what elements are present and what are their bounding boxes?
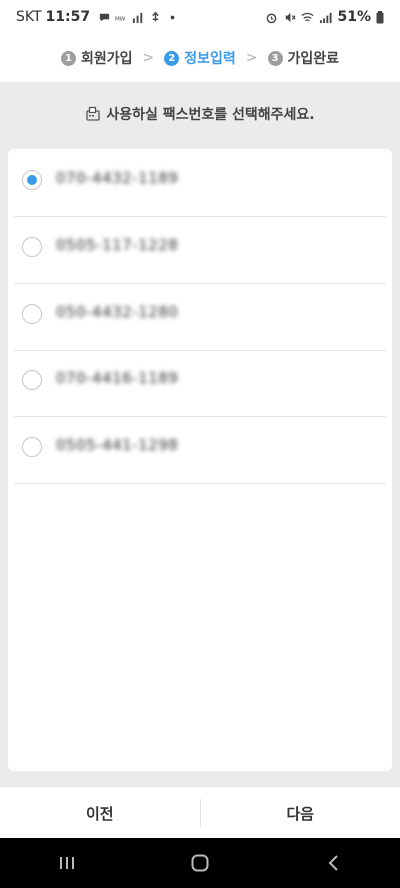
- step-label: 회원가입: [80, 51, 133, 67]
- chevron-right-icon: >: [245, 50, 258, 66]
- usb-icon: [152, 11, 159, 21]
- battery-icon: [376, 10, 384, 23]
- fax-number: 0505-117-1228: [56, 236, 179, 254]
- step-signup: 1 회원가입: [60, 48, 133, 68]
- bottom-action-bar: 이전 다음: [0, 786, 400, 839]
- fax-option[interactable]: 070-4432-1189: [14, 149, 386, 217]
- fax-icon: [86, 106, 101, 121]
- dot-icon: [170, 15, 175, 19]
- step-info-input: 2 정보입력: [164, 48, 236, 68]
- next-button[interactable]: 다음: [201, 787, 400, 839]
- fax-number: 070-4432-1189: [56, 169, 179, 187]
- signal-icon: [320, 12, 333, 23]
- svg-text:MW: MW: [115, 16, 126, 22]
- radio-button[interactable]: [22, 370, 42, 390]
- radio-button[interactable]: [22, 237, 42, 257]
- carrier-label: SKT: [16, 9, 42, 25]
- fax-option[interactable]: 0505-117-1228: [14, 216, 386, 284]
- radio-button[interactable]: [22, 170, 42, 190]
- home-icon[interactable]: [180, 843, 220, 883]
- instruction: 사용하실 팩스번호를 선택해주세요.: [0, 104, 400, 124]
- radio-button[interactable]: [22, 437, 42, 457]
- step-label: 가입완료: [287, 51, 340, 67]
- step-number: 2: [164, 50, 180, 66]
- signup-steps: 1 회원가입 > 2 정보입력 > 3 가입완료: [0, 34, 400, 83]
- step-complete: 3 가입완료: [267, 48, 340, 68]
- status-right: 51%: [265, 9, 384, 25]
- fax-number: 0505-441-1298: [56, 436, 179, 454]
- mw-icon: MW: [115, 16, 126, 22]
- fax-option[interactable]: 070-4416-1189: [14, 349, 386, 417]
- radio-button[interactable]: [22, 304, 42, 324]
- back-icon[interactable]: [313, 843, 353, 883]
- recent-apps-icon[interactable]: [47, 843, 87, 883]
- fax-option[interactable]: 0505-441-1298: [14, 416, 386, 484]
- wifi-icon: [301, 12, 314, 21]
- chat-icon: [99, 13, 110, 21]
- fax-number: 050-4432-1280: [56, 303, 179, 321]
- step-label: 정보입력: [184, 51, 236, 67]
- clock: 11:57: [45, 9, 91, 25]
- prev-button[interactable]: 이전: [0, 787, 200, 839]
- instruction-text: 사용하실 팩스번호를 선택해주세요.: [106, 107, 315, 123]
- alarm-icon: [267, 13, 277, 23]
- step-number: 1: [60, 50, 76, 66]
- fax-number-list: 070-4432-1189 0505-117-1228 050-4432-128…: [8, 149, 392, 771]
- system-nav-bar: [0, 838, 400, 888]
- step-number: 3: [267, 50, 283, 66]
- chevron-right-icon: >: [142, 50, 155, 66]
- battery-percent: 51%: [337, 9, 371, 25]
- status-left: SKT 11:57 MW: [16, 9, 179, 25]
- mute-icon: [286, 12, 297, 22]
- status-bar: SKT 11:57 MW 51%: [0, 0, 400, 34]
- signal-bars-icon: [133, 12, 143, 23]
- fax-option[interactable]: 050-4432-1280: [14, 283, 386, 351]
- fax-number: 070-4416-1189: [56, 369, 179, 387]
